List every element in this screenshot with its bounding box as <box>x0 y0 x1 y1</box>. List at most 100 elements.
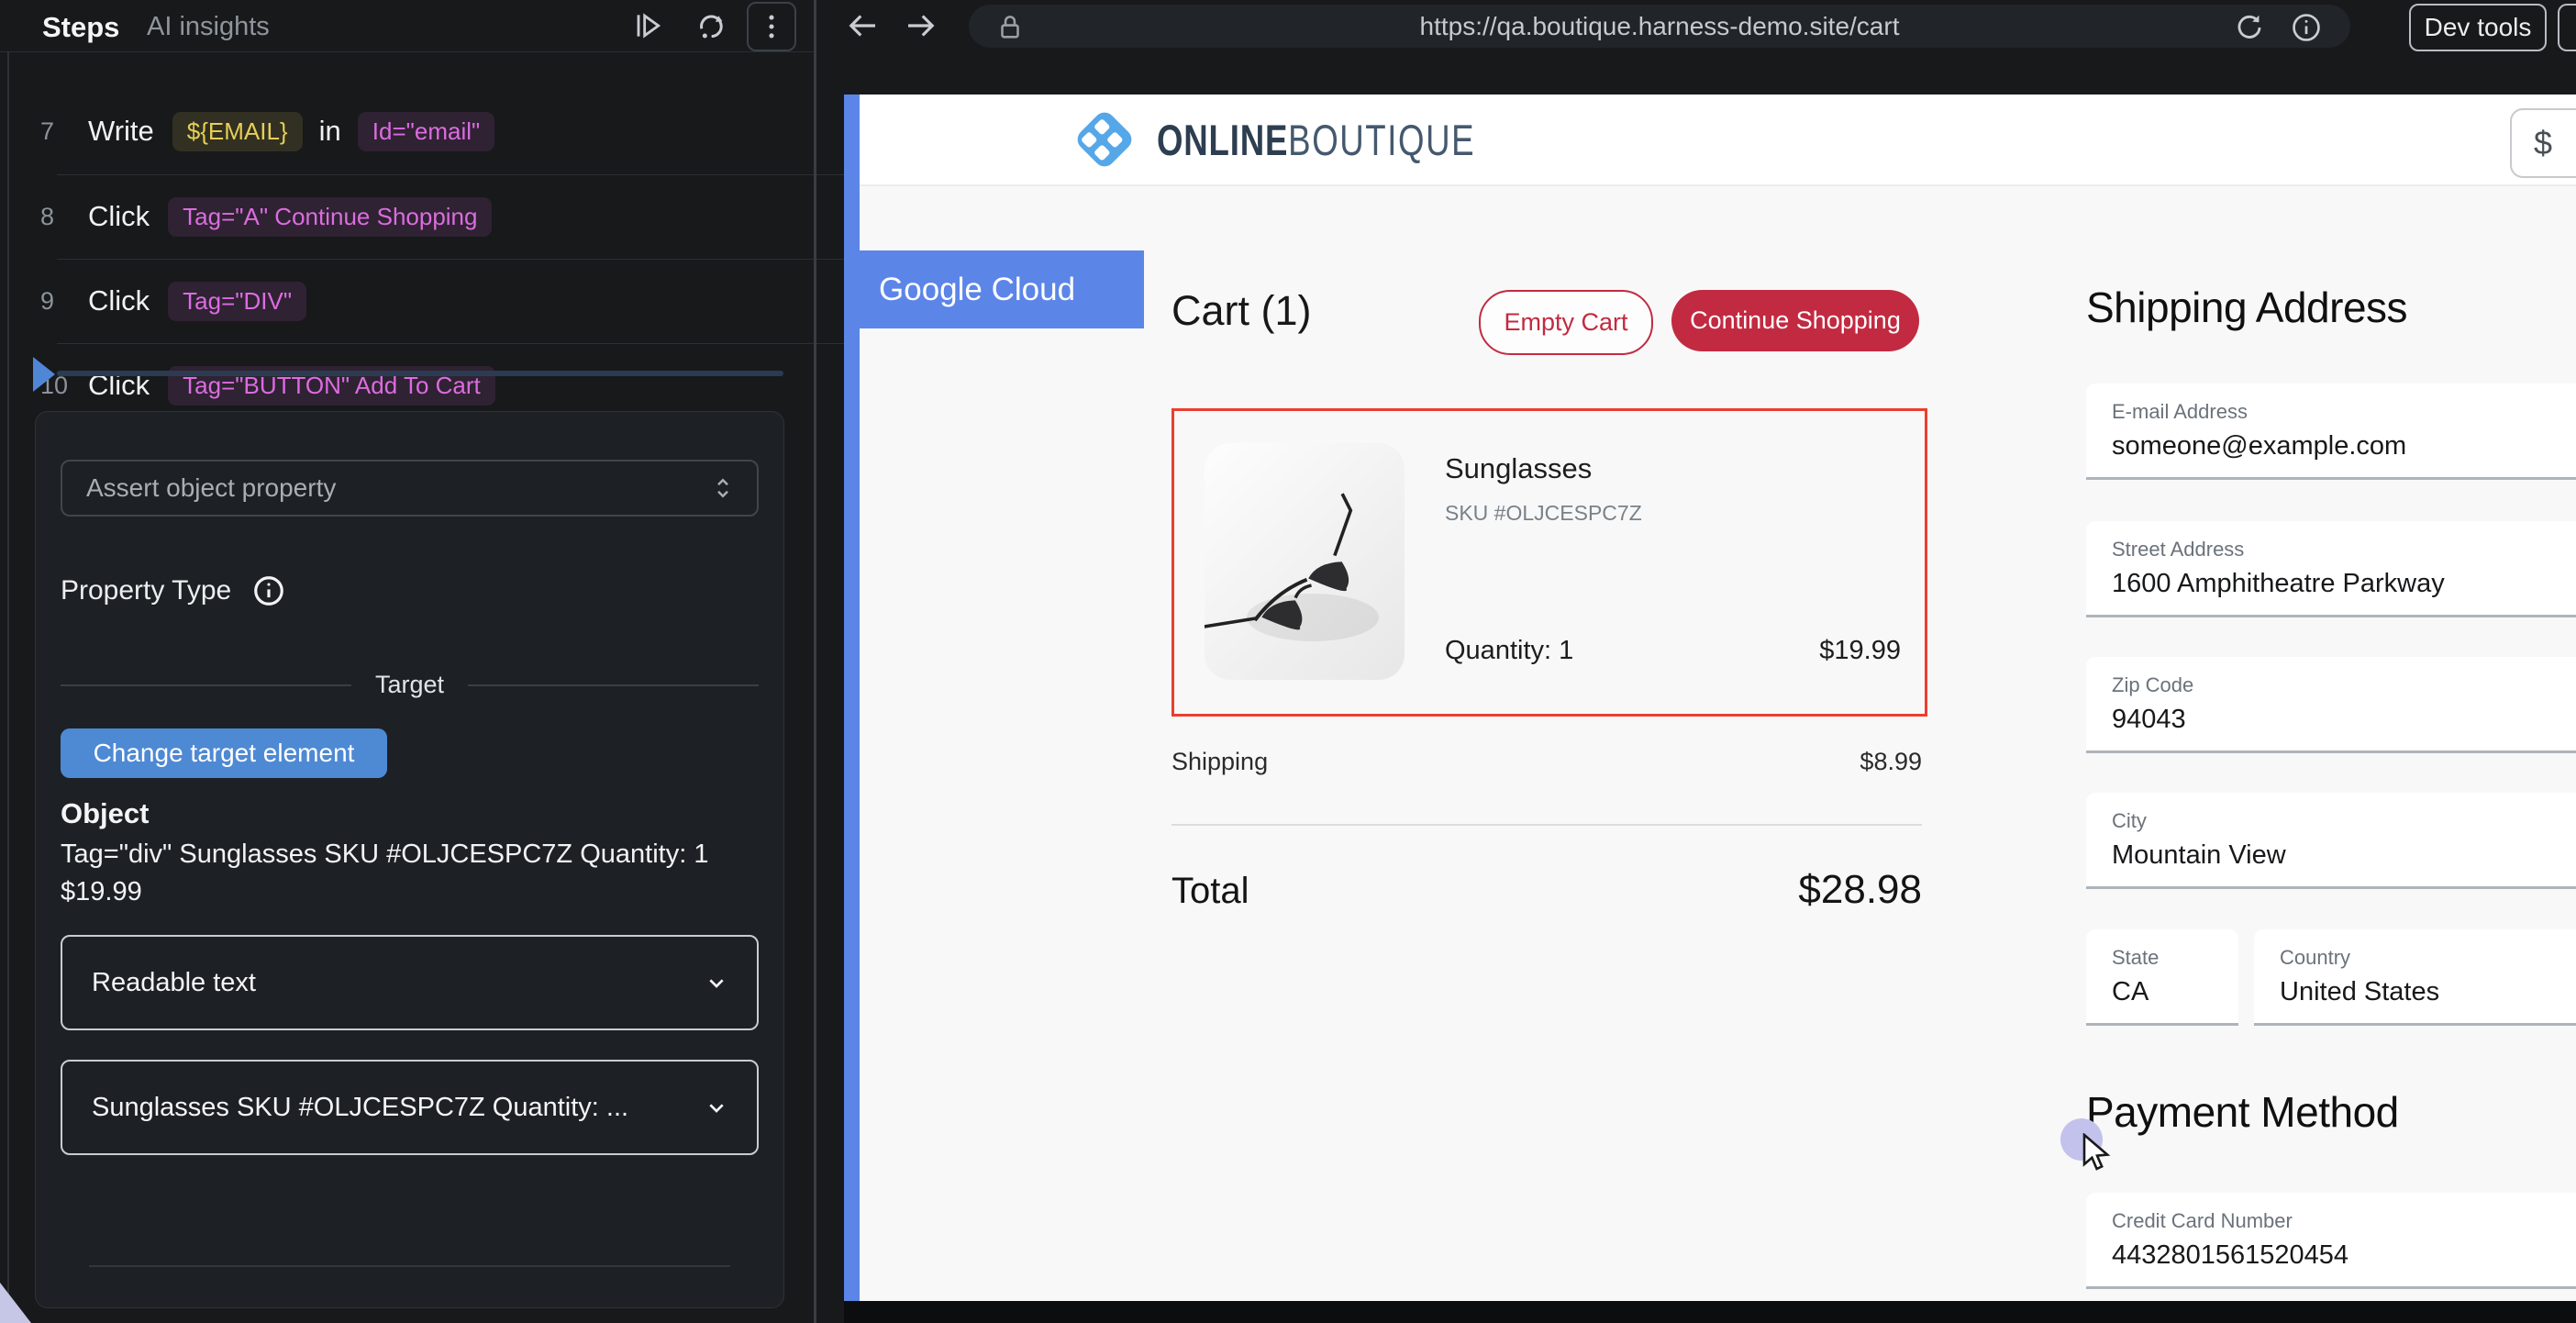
field-label: Street Address <box>2112 538 2244 561</box>
mouse-cursor-icon <box>2081 1133 2115 1173</box>
step-action: Click <box>88 284 150 317</box>
google-cloud-label: Google Cloud <box>879 272 1075 308</box>
chevron-down-icon <box>702 968 731 997</box>
target-section-divider: Target <box>61 671 759 699</box>
email-field[interactable]: E-mail Address someone@example.com <box>2086 384 2576 480</box>
field-value: someone@example.com <box>2112 431 2406 461</box>
cart-title: Cart (1) <box>1171 287 1312 335</box>
target-label: Target <box>375 671 444 699</box>
top-bar: Steps AI insights <box>0 0 2576 51</box>
step-number: 7 <box>40 117 88 146</box>
field-value: 94043 <box>2112 705 2186 735</box>
field-value: Mountain View <box>2112 840 2286 871</box>
more-options-button[interactable] <box>747 2 796 51</box>
step-action: Write <box>88 115 154 148</box>
panel-divider <box>89 1265 730 1267</box>
field-label: E-mail Address <box>2112 400 2248 424</box>
expected-value-dropdown[interactable]: Sunglasses SKU #OLJCESPC7Z Quantity: ... <box>61 1060 759 1155</box>
reload-icon <box>2232 10 2267 45</box>
total-row: Total $28.98 <box>1171 867 1922 913</box>
logo-text-bold: ONLINE <box>1157 115 1288 165</box>
redo-icon <box>692 7 728 44</box>
field-label: State <box>2112 946 2159 970</box>
field-label: Credit Card Number <box>2112 1209 2293 1233</box>
selector-chip[interactable]: Tag="DIV" <box>168 282 306 321</box>
product-quantity: Quantity: 1 <box>1445 636 1573 666</box>
field-value: CA <box>2112 977 2149 1007</box>
field-value: United States <box>2280 977 2439 1007</box>
state-field[interactable]: State CA <box>2086 929 2238 1026</box>
field-label: City <box>2112 809 2147 833</box>
product-price: $19.99 <box>1819 636 1901 666</box>
field-value: 4432801561520454 <box>2112 1240 2348 1271</box>
panel-left-edge <box>7 51 9 1323</box>
toolbar-extra-button[interactable] <box>2558 4 2576 51</box>
url-bar[interactable]: https://qa.boutique.harness-demo.site/ca… <box>969 5 2350 48</box>
pane-splitter[interactable] <box>814 0 816 1323</box>
resume-run-button[interactable] <box>627 6 668 46</box>
info-circle-icon[interactable] <box>251 573 286 608</box>
shipping-cost-row: Shipping $8.99 <box>1171 748 1922 776</box>
currency-symbol: $ <box>2534 124 2552 162</box>
assertion-editor-panel: Assert object property Property Type Tar… <box>35 411 784 1308</box>
logo-text-light: BOUTIQUE <box>1288 115 1475 165</box>
selector-chip[interactable]: Id="email" <box>358 112 494 151</box>
product-image <box>1205 443 1405 680</box>
street-address-field[interactable]: Street Address 1600 Amphitheatre Parkway <box>2086 521 2576 617</box>
zip-code-field[interactable]: Zip Code 94043 <box>2086 657 2576 753</box>
assertion-type-select[interactable]: Assert object property <box>61 460 759 517</box>
rerun-button[interactable] <box>690 6 730 46</box>
current-step-line <box>57 371 783 376</box>
select-chevrons-icon <box>709 474 737 502</box>
selector-chip[interactable]: Tag="A" Continue Shopping <box>168 197 492 237</box>
cart-item-highlighted[interactable]: Sunglasses SKU #OLJCESPC7Z Quantity: 1 $… <box>1171 408 1927 717</box>
assertion-type-value: Assert object property <box>86 473 336 503</box>
tab-ai-insights[interactable]: AI insights <box>147 12 270 42</box>
object-description: Tag="div" Sunglasses SKU #OLJCESPC7Z Qua… <box>61 836 747 911</box>
product-name: Sunglasses <box>1445 452 1592 485</box>
boutique-logo-icon <box>1069 104 1140 175</box>
shipping-value: $8.99 <box>1860 748 1922 776</box>
page-info-button[interactable] <box>2286 7 2326 48</box>
shipping-label: Shipping <box>1171 748 1268 776</box>
site-logo[interactable]: ONLINEBOUTIQUE <box>1069 104 1565 175</box>
viewport-bottom-strip <box>844 1301 2576 1323</box>
url-text: https://qa.boutique.harness-demo.site/ca… <box>969 12 2350 41</box>
chevron-down-icon <box>702 1093 731 1122</box>
summary-divider <box>1171 824 1922 826</box>
property-type-row: Property Type <box>61 573 286 608</box>
field-label: Country <box>2280 946 2350 970</box>
property-dropdown[interactable]: Readable text <box>61 935 759 1030</box>
total-label: Total <box>1171 871 1249 912</box>
expected-value-dropdown-value: Sunglasses SKU #OLJCESPC7Z Quantity: ... <box>92 1093 628 1123</box>
object-heading: Object <box>61 797 149 830</box>
property-type-label: Property Type <box>61 575 231 606</box>
forward-arrow-icon <box>902 6 940 45</box>
city-field[interactable]: City Mountain View <box>2086 793 2576 889</box>
step-action: Click <box>88 200 150 233</box>
google-cloud-ribbon: Google Cloud <box>844 250 1144 328</box>
browser-viewport: ONLINEBOUTIQUE $ Google Cloud Cart (1) E… <box>844 94 2576 1301</box>
info-icon <box>2289 10 2324 45</box>
current-step-marker <box>33 357 55 392</box>
site-header: ONLINEBOUTIQUE $ <box>860 94 2576 186</box>
property-dropdown-value: Readable text <box>92 968 256 998</box>
variable-chip[interactable]: ${EMAIL} <box>172 112 303 151</box>
dev-tools-button[interactable]: Dev tools <box>2409 4 2547 51</box>
browser-forward-button[interactable] <box>901 6 941 46</box>
product-sku: SKU #OLJCESPC7Z <box>1445 501 1642 526</box>
empty-cart-button[interactable]: Empty Cart <box>1479 290 1653 355</box>
browser-back-button[interactable] <box>842 6 883 46</box>
total-value: $28.98 <box>1798 867 1922 913</box>
credit-card-number-field[interactable]: Credit Card Number 4432801561520454 <box>2086 1193 2576 1289</box>
play-icon <box>629 7 666 44</box>
continue-shopping-button[interactable]: Continue Shopping <box>1671 290 1919 351</box>
change-target-element-button[interactable]: Change target element <box>61 728 387 778</box>
step-number: 9 <box>40 287 88 316</box>
kebab-icon <box>756 11 787 42</box>
field-value: 1600 Amphitheatre Parkway <box>2112 569 2445 599</box>
tab-steps[interactable]: Steps <box>42 11 119 44</box>
currency-selector[interactable]: $ <box>2510 108 2576 178</box>
reload-button[interactable] <box>2229 7 2270 48</box>
country-field[interactable]: Country United States <box>2254 929 2576 1026</box>
